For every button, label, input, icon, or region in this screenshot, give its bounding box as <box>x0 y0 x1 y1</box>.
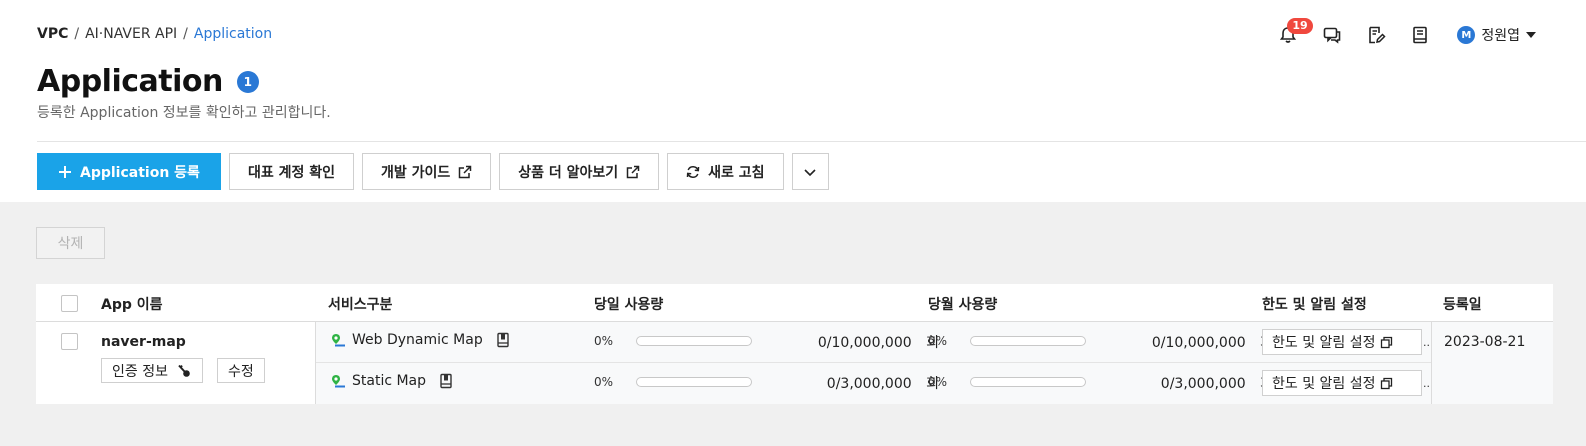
breadcrumb-separator: / <box>183 26 188 42</box>
notification-count-badge: 19 <box>1287 18 1313 34</box>
auth-info-button[interactable]: 인증 정보 <box>101 358 203 383</box>
memo-edit-icon <box>1369 26 1386 44</box>
service-name: Static Map <box>352 373 427 389</box>
page-subtitle: 등록한 Application 정보를 확인하고 관리합니다. <box>37 105 331 121</box>
daily-usage-count: 0/3,000,000 <box>826 376 912 392</box>
refresh-label: 새로 고침 <box>708 164 765 181</box>
select-all-checkbox[interactable] <box>61 295 78 312</box>
daily-usage-percent: 0% <box>594 375 614 389</box>
application-table: App 이름 서비스구분 당일 사용량 당월 사용량 한도 및 알림 설정 등록… <box>36 284 1553 404</box>
title-row: Application 1 <box>37 64 259 99</box>
header-app-name: App 이름 <box>101 297 163 313</box>
monthly-usage-percent: 0% <box>928 334 948 348</box>
header-registered-date: 등록일 <box>1443 297 1482 313</box>
more-actions-dropdown[interactable] <box>791 153 829 190</box>
service-row-static-map: Static Map 0% 0/3,000,000 회 0% 0/3,000,0… <box>316 363 1431 404</box>
overflow-dots: .. <box>1423 336 1430 349</box>
chat-icon <box>1324 27 1341 44</box>
service-name-cell: Web Dynamic Map <box>330 332 511 348</box>
daily-usage-value: 0/10,000,000 회 <box>818 332 939 352</box>
map-pin-icon <box>332 375 345 388</box>
registered-date: 2023-08-21 <box>1444 334 1526 350</box>
learn-more-label: 상품 더 알아보기 <box>518 164 619 181</box>
monthly-usage-percent: 0% <box>928 375 948 389</box>
service-name: Web Dynamic Map <box>352 332 483 348</box>
chevron-down-icon <box>804 168 816 176</box>
map-pin-icon <box>332 334 345 347</box>
book-icon[interactable] <box>495 332 511 348</box>
header-monthly-usage: 당월 사용량 <box>928 297 998 313</box>
action-bar: Application 등록 대표 계정 확인 개발 가이드 상품 더 알아보기 <box>37 153 829 190</box>
notification-button[interactable]: 19 <box>1273 18 1313 50</box>
book-icon[interactable] <box>438 373 454 389</box>
memo-button[interactable] <box>1361 20 1391 50</box>
service-row-web-dynamic-map: Web Dynamic Map 0% 0/10,000,000 회 0% 0/1… <box>316 322 1431 363</box>
limit-alert-settings-label: 한도 및 알림 설정 <box>1272 335 1376 351</box>
check-main-account-button[interactable]: 대표 계정 확인 <box>228 153 354 190</box>
guide-book-button[interactable] <box>1405 20 1435 50</box>
refresh-button[interactable]: 새로 고침 <box>667 153 784 190</box>
user-menu[interactable]: M 정원엽 <box>1457 25 1536 45</box>
avatar: M <box>1457 26 1476 44</box>
registered-date-cell: 2023-08-21 <box>1431 322 1553 404</box>
open-window-icon <box>1380 377 1392 389</box>
service-name-cell: Static Map <box>330 373 454 389</box>
limit-alert-settings-label: 한도 및 알림 설정 <box>1272 376 1376 392</box>
edit-button[interactable]: 수정 <box>217 358 265 383</box>
monthly-usage-bar <box>970 336 1086 346</box>
check-main-account-label: 대표 계정 확인 <box>247 164 335 181</box>
header-daily-usage: 당일 사용량 <box>594 297 664 313</box>
daily-usage-bar <box>636 336 752 346</box>
edit-label: 수정 <box>228 363 254 380</box>
monthly-usage-value: 0/3,000,000 회 <box>1161 373 1273 393</box>
refresh-icon <box>686 165 700 178</box>
auth-info-label: 인증 정보 <box>112 363 168 380</box>
table-row: naver-map 인증 정보 수정 <box>36 322 316 404</box>
app-name: naver-map <box>101 334 186 350</box>
limit-alert-settings-button[interactable]: 한도 및 알림 설정 <box>1262 329 1422 355</box>
monthly-usage-count: 0/3,000,000 <box>1160 376 1246 392</box>
plus-icon <box>59 165 71 178</box>
delete-button[interactable]: 삭제 <box>36 227 105 259</box>
table-header: App 이름 서비스구분 당일 사용량 당월 사용량 한도 및 알림 설정 등록… <box>36 284 1553 322</box>
header-limit-settings: 한도 및 알림 설정 <box>1262 297 1367 313</box>
register-application-label: Application 등록 <box>80 164 200 181</box>
caret-down-icon <box>1526 32 1536 38</box>
daily-usage-count: 0/10,000,000 <box>817 335 912 351</box>
row-checkbox[interactable] <box>61 333 78 350</box>
daily-usage-bar <box>636 377 752 387</box>
breadcrumb-ai-naver-api[interactable]: AI·NAVER API <box>85 26 177 42</box>
header-service-type: 서비스구분 <box>328 297 393 313</box>
dev-guide-button[interactable]: 개발 가이드 <box>361 153 492 190</box>
overflow-dots: .. <box>1423 377 1430 390</box>
breadcrumb: VPC / AI·NAVER API / Application <box>37 26 272 42</box>
monthly-usage-value: 0/10,000,000 회 <box>1152 332 1273 352</box>
monthly-usage-bar <box>970 377 1086 387</box>
chat-button[interactable] <box>1317 20 1347 50</box>
learn-more-button[interactable]: 상품 더 알아보기 <box>499 153 660 190</box>
key-icon <box>178 364 190 377</box>
daily-usage-value: 0/3,000,000 회 <box>827 373 939 393</box>
breadcrumb-application[interactable]: Application <box>194 26 272 42</box>
external-link-icon <box>626 165 640 178</box>
open-window-icon <box>1380 336 1392 348</box>
divider <box>37 141 1586 142</box>
dev-guide-label: 개발 가이드 <box>380 164 451 181</box>
page-title: Application <box>37 64 223 99</box>
application-count-badge: 1 <box>236 70 259 93</box>
external-link-icon <box>459 165 472 178</box>
register-application-button[interactable]: Application 등록 <box>37 153 221 190</box>
book-icon <box>1413 26 1428 44</box>
user-name: 정원엽 <box>1481 28 1520 44</box>
daily-usage-percent: 0% <box>594 334 614 348</box>
limit-alert-settings-button[interactable]: 한도 및 알림 설정 <box>1262 370 1422 396</box>
top-toolbar: 19 M 정원엽 <box>1273 18 1536 50</box>
breadcrumb-vpc[interactable]: VPC <box>37 26 68 42</box>
page-header: VPC / AI·NAVER API / Application 19 M 정원… <box>0 0 1586 202</box>
breadcrumb-separator: / <box>74 26 80 42</box>
monthly-usage-count: 0/10,000,000 <box>1151 335 1246 351</box>
